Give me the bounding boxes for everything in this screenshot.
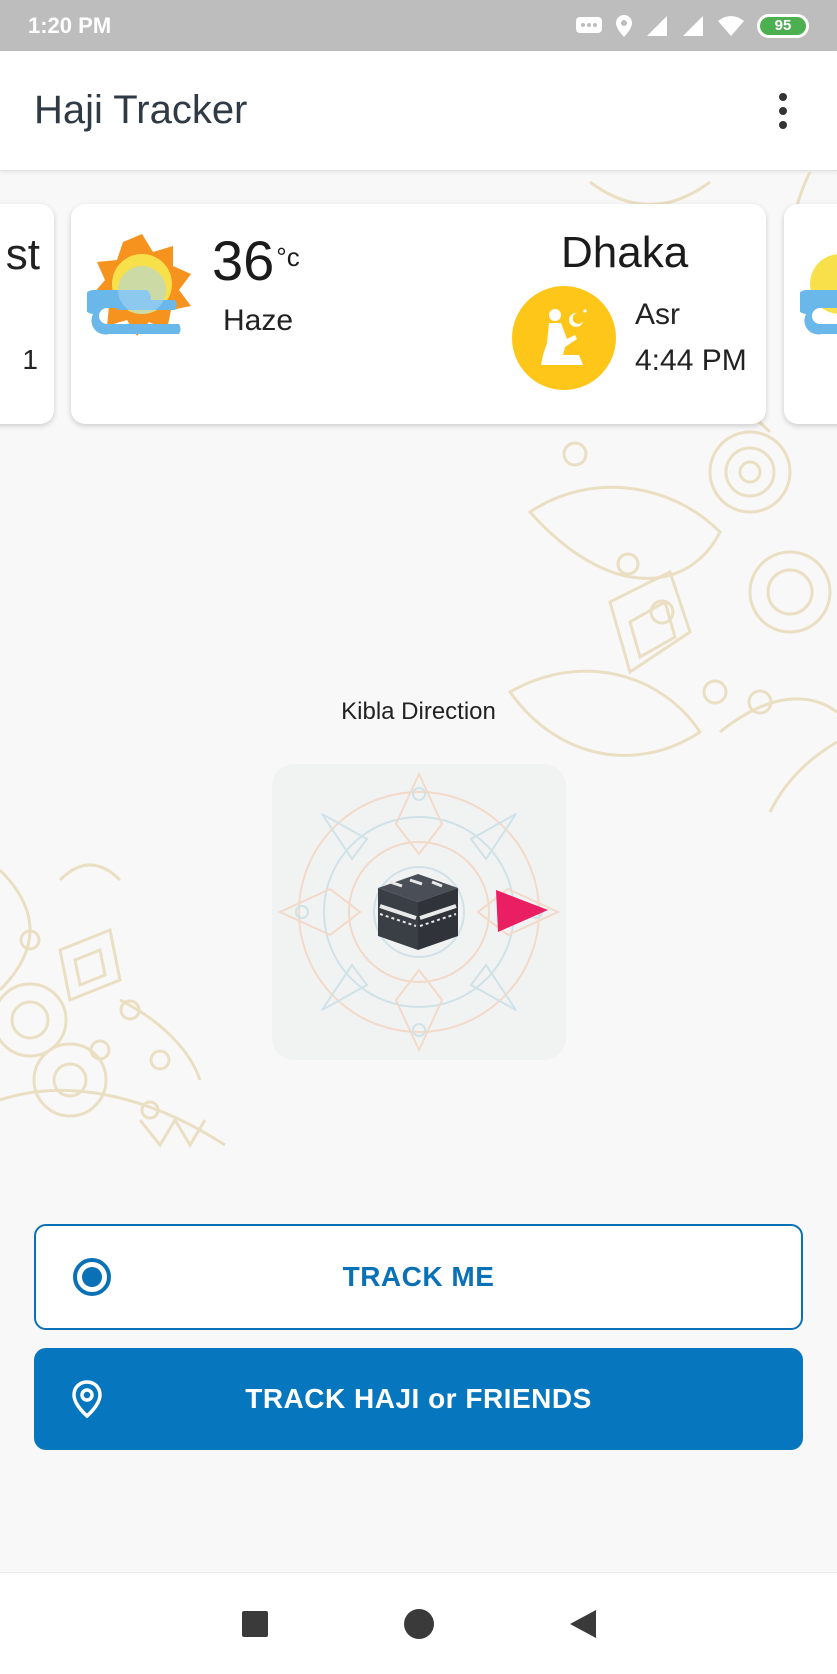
next-card-weather-icon — [800, 254, 837, 335]
kaaba-icon — [378, 874, 458, 950]
weather-condition: Haze — [223, 304, 294, 337]
radio-target-icon — [72, 1257, 112, 1297]
signal-icon-2 — [681, 14, 705, 38]
track-me-label: TRACK ME — [342, 1261, 495, 1292]
message-icon — [575, 15, 603, 37]
status-icons: 95 — [575, 13, 809, 38]
previous-card-subtext: 1 — [22, 344, 38, 375]
temperature-unit: °c — [276, 242, 300, 272]
track-friends-button[interactable]: TRACK HAJI or FRIENDS — [34, 1348, 803, 1450]
kibla-compass — [272, 764, 566, 1060]
circle-icon — [403, 1608, 434, 1639]
app-title: Haji Tracker — [34, 88, 248, 132]
temperature: 36°c — [212, 228, 300, 293]
wifi-icon — [717, 15, 745, 37]
back-triangle-icon — [569, 1609, 596, 1638]
direction-arrow-icon — [496, 890, 548, 932]
haze-sun-icon — [81, 230, 197, 340]
app-bar: Haji Tracker — [0, 51, 837, 171]
back-button[interactable] — [556, 1597, 610, 1651]
kibla-label: Kibla Direction — [341, 698, 496, 725]
battery-icon: 95 — [757, 13, 809, 38]
overflow-menu-icon[interactable] — [763, 81, 803, 141]
signal-icon — [645, 14, 669, 38]
weather-prayer-card[interactable]: 36°c Haze Dhaka Asr 4:44 PM — [71, 204, 766, 424]
temperature-value: 36 — [212, 229, 275, 292]
location-pin-icon — [70, 1379, 104, 1419]
prayer-name: Asr — [635, 298, 680, 331]
weather-card-previous[interactable]: st 1 — [0, 204, 54, 424]
prayer-person-icon — [512, 286, 616, 390]
track-friends-label: TRACK HAJI or FRIENDS — [245, 1383, 592, 1414]
previous-card-text: st — [5, 230, 40, 279]
system-nav-bar — [0, 1572, 837, 1674]
home-button[interactable] — [392, 1597, 446, 1651]
city-name: Dhaka — [561, 228, 689, 277]
mandala-decoration-bottom — [0, 863, 226, 1148]
location-icon — [615, 14, 633, 38]
status-time: 1:20 PM — [28, 12, 112, 38]
square-icon — [241, 1610, 268, 1637]
weather-card-next[interactable] — [784, 204, 837, 424]
recent-apps-button[interactable] — [228, 1597, 282, 1651]
screen: 1:20 PM 95 Haji Tracker st 1 36°c Haze D… — [0, 0, 837, 1674]
status-bar: 1:20 PM 95 — [0, 0, 837, 51]
track-me-button[interactable]: TRACK ME — [34, 1224, 803, 1330]
prayer-time: 4:44 PM — [635, 344, 747, 377]
